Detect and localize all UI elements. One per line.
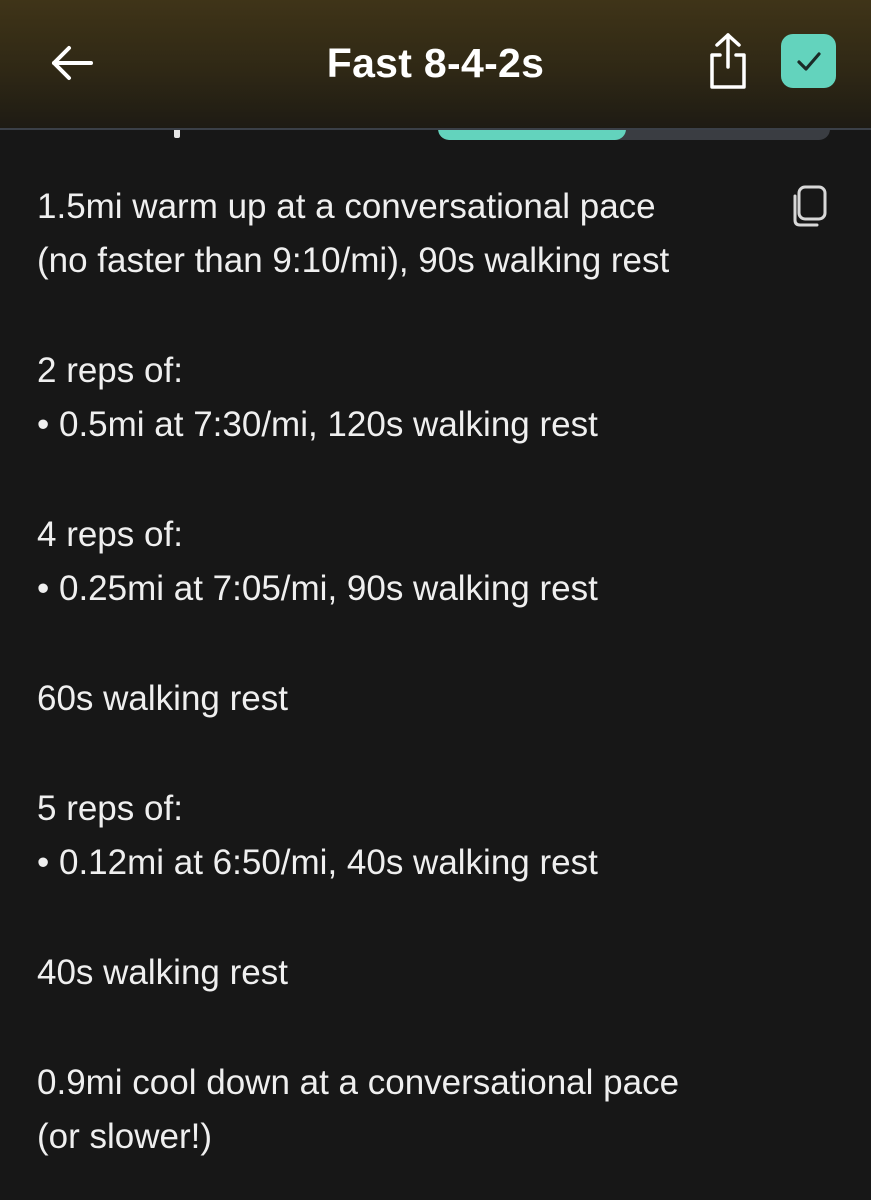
set-3-item: • 0.12mi at 6:50/mi, 40s walking rest [37,843,598,882]
cooldown-line-1: 0.9mi cool down at a conversational pace [37,1063,680,1102]
interval-set-1: 2 reps of: • 0.5mi at 7:30/mi, 120s walk… [37,344,787,452]
copy-icon [793,185,827,227]
cooldown-line-2: (or slower!) [37,1117,213,1156]
checkmark-icon [796,52,821,71]
share-icon [710,33,746,89]
set-2-item: • 0.25mi at 7:05/mi, 90s walking rest [37,569,598,608]
warmup-line-2: (no faster than 9:10/mi), 90s walking re… [37,241,670,280]
set-1-heading: 2 reps of: [37,351,183,390]
top-bar: Fast 8-4-2s [0,0,871,130]
rest-step-2: 40s walking rest [37,946,787,1000]
warmup-line-1: 1.5mi warm up at a conversational pace [37,187,656,226]
share-button[interactable] [696,28,760,94]
rest-1-text: 60s walking rest [37,679,288,718]
rest-2-text: 40s walking rest [37,953,288,992]
interval-set-2: 4 reps of: • 0.25mi at 7:05/mi, 90s walk… [37,508,787,616]
cooldown-step: 0.9mi cool down at a conversational pace… [37,1056,787,1164]
warmup-step: 1.5mi warm up at a conversational pace (… [37,180,787,288]
workout-description: 1.5mi warm up at a conversational pace (… [37,180,787,1164]
done-button[interactable] [781,34,836,88]
set-3-heading: 5 reps of: [37,789,183,828]
set-2-heading: 4 reps of: [37,515,183,554]
set-1-item: • 0.5mi at 7:30/mi, 120s walking rest [37,405,598,444]
rest-step-1: 60s walking rest [37,672,787,726]
copy-button[interactable] [785,180,833,232]
interval-set-3: 5 reps of: • 0.12mi at 6:50/mi, 40s walk… [37,782,787,890]
